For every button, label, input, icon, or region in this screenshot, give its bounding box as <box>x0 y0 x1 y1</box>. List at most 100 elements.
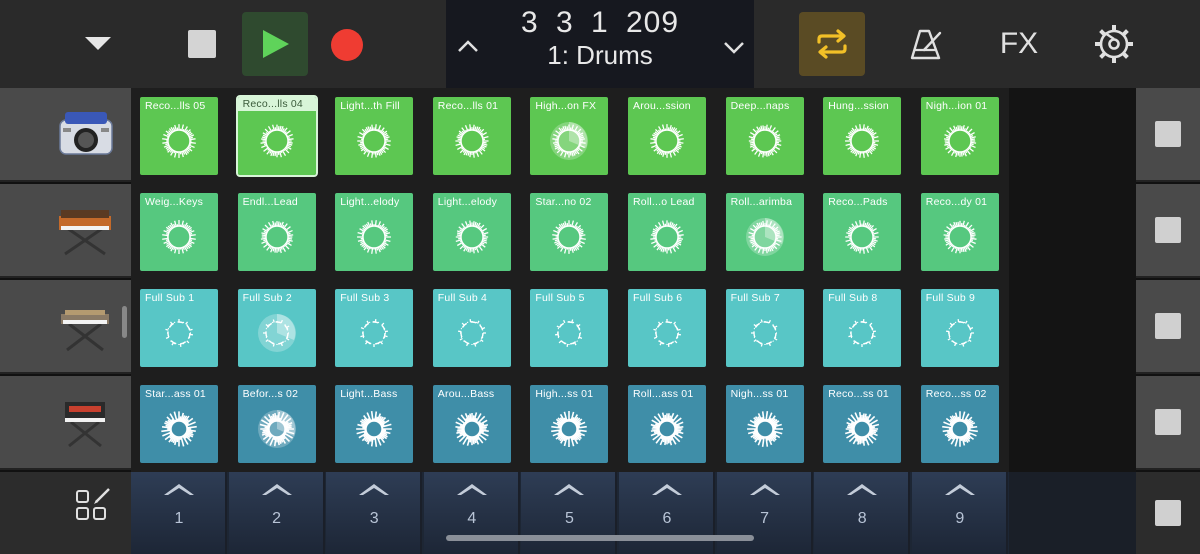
home-indicator[interactable] <box>446 535 754 541</box>
play-icon <box>263 30 289 58</box>
loop-cell[interactable]: High...ss 01 <box>530 385 609 463</box>
scene-trigger[interactable]: 2 <box>228 472 325 554</box>
loop-cell[interactable]: Deep...naps <box>725 97 804 175</box>
menu-button[interactable] <box>78 28 118 60</box>
loop-cell-label: Full Sub 7 <box>730 292 780 304</box>
loop-cell-label: Full Sub 6 <box>633 292 683 304</box>
loop-cell-label: Endl...Lead <box>242 196 298 208</box>
loop-cell[interactable]: Reco...dy 01 <box>920 193 999 271</box>
loop-cell[interactable]: Full Sub 3 <box>335 289 414 367</box>
previous-track-button[interactable] <box>450 28 486 64</box>
loop-button[interactable] <box>799 12 865 76</box>
loop-cell[interactable]: Full Sub 9 <box>920 289 999 367</box>
settings-button[interactable] <box>1092 22 1136 66</box>
loop-cell-label: Reco...Pads <box>828 196 888 208</box>
loop-cell[interactable]: High...on FX <box>530 97 609 175</box>
loop-cell[interactable]: Roll...ass 01 <box>628 385 706 463</box>
chevron-up-icon <box>944 484 975 495</box>
loop-cell[interactable]: Reco...lls 04 <box>235 95 318 177</box>
track-header-keyboard-synth[interactable] <box>0 376 131 470</box>
loop-cell[interactable]: Light...elody <box>432 193 511 271</box>
loop-cell[interactable]: Full Sub 6 <box>628 289 706 367</box>
loop-cell-label: Full Sub 2 <box>242 292 292 304</box>
track-stop-button[interactable] <box>1136 184 1200 278</box>
scene-trigger[interactable]: 9 <box>911 472 1008 554</box>
scene-trigger[interactable]: 7 <box>716 472 813 554</box>
waveform-ring-icon <box>457 319 486 347</box>
track-header-bass-synth[interactable] <box>0 280 131 374</box>
loop-cell-label: Light...th Fill <box>340 100 400 112</box>
waveform-ring-icon <box>356 411 392 447</box>
loop-cell[interactable]: Star...ass 01 <box>140 385 218 463</box>
loop-cell[interactable]: Roll...o Lead <box>628 193 706 271</box>
scene-number: 8 <box>857 510 867 527</box>
loop-cell[interactable]: Full Sub 2 <box>237 289 316 367</box>
track-stop-button[interactable] <box>1136 280 1200 374</box>
playhead-position: 3 3 1 209 <box>520 6 680 39</box>
loop-cell[interactable]: Full Sub 1 <box>140 289 218 367</box>
scene-trigger[interactable]: 3 <box>326 472 423 554</box>
loop-cell[interactable]: Nigh...ss 01 <box>725 385 804 463</box>
loop-cell[interactable]: Light...Bass <box>335 385 414 463</box>
loop-cell-label: Roll...ass 01 <box>633 388 694 400</box>
chevron-down-icon <box>724 42 744 54</box>
loop-cell[interactable]: Arou...Bass <box>432 385 511 463</box>
loop-cell[interactable]: Roll...arimba <box>725 193 804 271</box>
waveform-ring-icon <box>360 319 389 347</box>
play-button[interactable] <box>242 12 308 76</box>
waveform-ring-icon <box>162 220 196 254</box>
chevron-up-icon <box>749 484 780 495</box>
resize-handle[interactable] <box>122 306 127 338</box>
waveform-ring-icon <box>260 124 294 158</box>
track-stop-button[interactable] <box>1136 376 1200 470</box>
record-button[interactable] <box>330 28 364 62</box>
metronome-button[interactable] <box>906 24 946 64</box>
track-stop-button[interactable] <box>1136 88 1200 182</box>
loop-cell[interactable]: Reco...Pads <box>823 193 902 271</box>
lcd-display[interactable]: 3 3 1 209 1: Drums <box>446 0 754 88</box>
loop-cell[interactable]: Weig...Keys <box>140 193 218 271</box>
waveform-ring-icon <box>845 220 879 254</box>
loop-cell[interactable]: Hung...ssion <box>823 97 902 175</box>
loop-cell[interactable]: Reco...ss 01 <box>823 385 902 463</box>
scene-trigger[interactable]: 8 <box>814 472 911 554</box>
loop-cell[interactable]: Full Sub 8 <box>823 289 902 367</box>
loop-cell[interactable]: Star...no 02 <box>530 193 609 271</box>
scene-number: 9 <box>955 510 965 527</box>
edit-grid-icon[interactable] <box>74 486 114 526</box>
waveform-ring-icon <box>165 319 193 347</box>
loop-cell[interactable]: Full Sub 5 <box>530 289 609 367</box>
loop-cell[interactable]: Arou...ssion <box>628 97 706 175</box>
waveform-ring-icon <box>943 220 977 254</box>
scene-trigger[interactable]: 5 <box>521 472 618 554</box>
empty-column-area <box>1009 88 1136 472</box>
loop-cell[interactable]: Light...elody <box>335 193 414 271</box>
loop-cell-label: Arou...ssion <box>633 100 691 112</box>
scene-trigger[interactable]: 4 <box>423 472 520 554</box>
loop-cell-label: Light...elody <box>340 196 400 208</box>
fx-button[interactable]: FX <box>996 24 1042 64</box>
track-header-drums[interactable] <box>0 88 131 182</box>
loop-cell[interactable]: Light...th Fill <box>335 97 414 175</box>
next-track-button[interactable] <box>716 30 752 66</box>
scene-trigger[interactable]: 6 <box>619 472 715 554</box>
selected-track-name: 1: Drums <box>547 40 653 70</box>
track-header-synth-lead[interactable] <box>0 184 131 278</box>
loop-cell-label: Full Sub 3 <box>340 292 390 304</box>
loop-cell-label: Light...elody <box>437 196 498 208</box>
loop-cell[interactable]: Befor...s 02 <box>237 385 316 463</box>
loop-cell[interactable]: Full Sub 7 <box>725 289 804 367</box>
loop-cell[interactable]: Endl...Lead <box>237 193 316 271</box>
scene-trigger[interactable]: 1 <box>131 472 227 554</box>
loop-cell-label: Arou...Bass <box>437 388 495 400</box>
loop-cell[interactable]: Nigh...ion 01 <box>920 97 999 175</box>
waveform-ring-icon <box>551 411 588 447</box>
chevron-up-icon <box>652 484 682 495</box>
stop-button[interactable] <box>186 28 218 60</box>
stop-all-button[interactable] <box>1136 472 1200 554</box>
loop-cell[interactable]: Reco...lls 01 <box>432 97 511 175</box>
loop-cell[interactable]: Reco...ss 02 <box>920 385 999 463</box>
waveform-ring-icon <box>555 319 583 347</box>
loop-cell[interactable]: Full Sub 4 <box>432 289 511 367</box>
loop-cell[interactable]: Reco...lls 05 <box>140 97 218 175</box>
